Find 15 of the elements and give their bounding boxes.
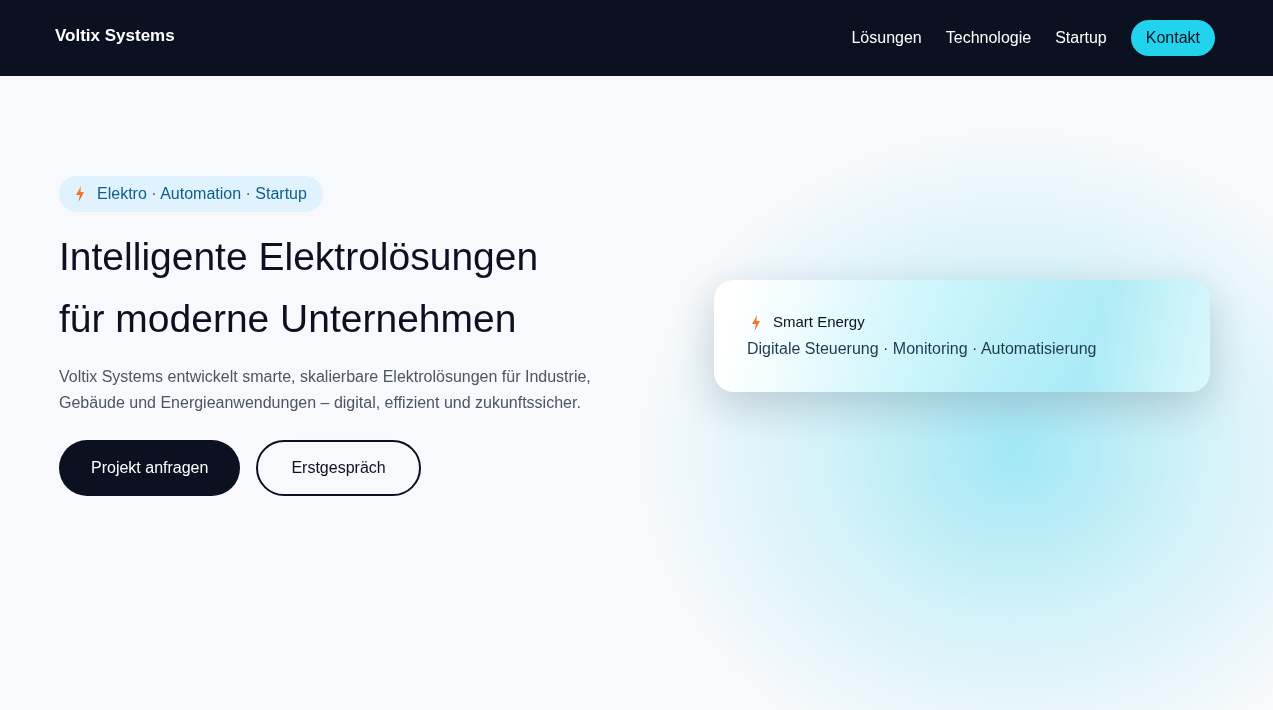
card-subtitle: Digitale Steuerung · Monitoring · Automatisierung [747, 338, 1098, 359]
nav-link[interactable]: Lösungen [851, 26, 922, 50]
contact-button[interactable]: Kontakt [1130, 20, 1215, 56]
lightning-icon [751, 314, 761, 331]
lightning-icon [75, 186, 85, 202]
nav-link[interactable]: Technologie [945, 26, 1032, 50]
consultation-button[interactable]: Erstgespräch [256, 440, 421, 496]
hero-heading: für moderne Unternehmen [59, 296, 517, 342]
nav-link[interactable]: Startup [1055, 26, 1107, 50]
hero-description: Voltix Systems entwickelt smarte, skalierbare Elektrolösungen für Industrie, Gebäude und Energieanwendungen – digital, effizient und zukunftssicher. [59, 367, 592, 413]
logo[interactable]: Voltix Systems [55, 23, 175, 49]
card-title: Smart Energy [773, 312, 865, 333]
badge-label: Elektro · Automation · Startup [97, 184, 307, 204]
hero-heading: Intelligente Elektrolösungen [59, 234, 539, 280]
project-request-button[interactable]: Projekt anfragen [59, 440, 241, 496]
